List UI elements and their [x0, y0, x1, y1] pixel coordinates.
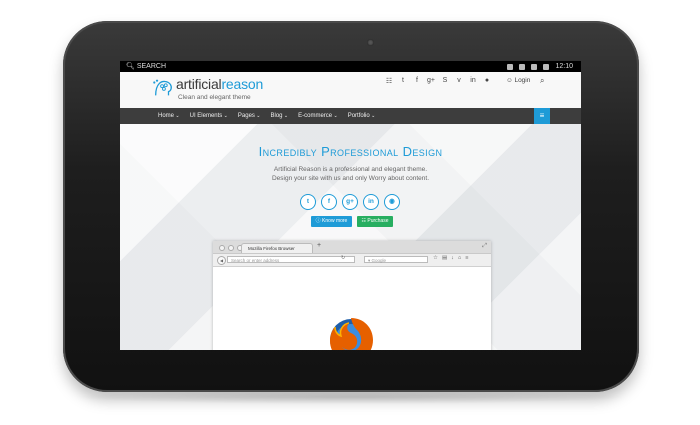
- linkedin-icon[interactable]: in: [469, 77, 477, 85]
- hero-subtitle-line2: Design your site with us and only Worry …: [271, 175, 430, 182]
- hero-subtitle: Artificial Reason is a professional and …: [120, 165, 581, 183]
- hero-social-links: t f g+ in ◉: [300, 194, 400, 210]
- cart-icon: ☷: [361, 218, 366, 224]
- back-icon[interactable]: ◀: [217, 256, 226, 265]
- rss-icon[interactable]: ☷: [385, 77, 393, 85]
- status-search[interactable]: 🔍︎ SEARCH: [126, 61, 166, 72]
- address-bar[interactable]: Search or enter address: [227, 256, 355, 263]
- battery-icon: [543, 63, 550, 70]
- google-plus-icon[interactable]: g+: [427, 77, 435, 85]
- browser-content: [213, 267, 491, 350]
- toolbar-icons: ☆ ▤ ↓ ⌂ ≡: [433, 255, 468, 261]
- android-status-bar: 🔍︎ SEARCH 12:10: [120, 61, 581, 72]
- reload-icon[interactable]: ↻: [341, 255, 345, 261]
- site-header: artificialreason Clean and elegant theme…: [120, 72, 581, 109]
- nav-item-portfolio[interactable]: Portfolio: [348, 108, 376, 124]
- google-icon: ▾: [368, 258, 371, 263]
- twitter-icon[interactable]: t: [399, 77, 407, 85]
- front-camera: [367, 39, 374, 46]
- brand-part2: reason: [221, 76, 264, 92]
- skype-icon[interactable]: S: [441, 77, 449, 85]
- download-icon[interactable]: ↓: [451, 255, 454, 261]
- purchase-button[interactable]: ☷ Purchase: [357, 216, 393, 227]
- brain-head-logo-icon[interactable]: [152, 77, 174, 99]
- hero-subtitle-line1: Artificial Reason is a professional and …: [273, 166, 428, 173]
- tablet-screen: 🔍︎ SEARCH 12:10 artificialreason Clean a…: [120, 61, 581, 350]
- menu-icon[interactable]: ≡: [465, 255, 468, 261]
- download-icon: [519, 63, 526, 70]
- twitter-icon[interactable]: t: [300, 194, 316, 210]
- wifi-icon: [531, 63, 538, 70]
- facebook-icon[interactable]: f: [321, 194, 337, 210]
- bookmark-star-icon[interactable]: ☆: [433, 255, 438, 261]
- bookmarks-icon[interactable]: ▤: [442, 255, 447, 261]
- nav-item-home[interactable]: Home: [158, 108, 180, 124]
- firefox-logo-icon: [330, 318, 373, 350]
- browser-tabbar: Mozilla Firefox Browser + ⤢: [213, 241, 491, 254]
- header-social-links: ☷ t f g+ S v in ●: [385, 77, 491, 85]
- search-box-placeholder: Google: [371, 258, 387, 263]
- new-tab-plus-icon[interactable]: +: [317, 242, 321, 249]
- linkedin-icon[interactable]: in: [363, 194, 379, 210]
- browser-mockup: Mozilla Firefox Browser + ⤢ ◀ Search or …: [213, 241, 491, 350]
- search-icon[interactable]: ⌕: [540, 76, 544, 86]
- login-label: Login: [514, 77, 531, 84]
- login-link[interactable]: ☺ Login: [506, 77, 530, 84]
- mail-icon: [507, 63, 514, 70]
- close-dot[interactable]: [219, 245, 225, 251]
- status-right: 12:10: [507, 61, 573, 72]
- status-search-label: SEARCH: [136, 63, 167, 70]
- info-icon: ⓘ: [315, 218, 321, 224]
- hero-title: Incredibly Professional Design: [258, 144, 443, 159]
- github-icon[interactable]: ◉: [384, 194, 400, 210]
- purchase-label: Purchase: [367, 218, 389, 224]
- facebook-icon[interactable]: f: [413, 77, 421, 85]
- hamburger-menu-icon[interactable]: ≡: [534, 108, 550, 124]
- flickr-icon[interactable]: ●: [483, 77, 491, 85]
- nav-item-ui-elements[interactable]: UI Elements: [190, 108, 228, 124]
- know-more-button[interactable]: ⓘ Know more: [311, 216, 352, 227]
- know-more-label: Know more: [322, 218, 348, 224]
- main-nav: Home UI Elements Pages Blog E-commerce P…: [120, 108, 581, 124]
- google-plus-icon[interactable]: g+: [342, 194, 358, 210]
- site-brand[interactable]: artificialreason: [176, 76, 263, 92]
- window-controls: [219, 245, 243, 251]
- site-tagline: Clean and elegant theme: [178, 94, 251, 101]
- nav-item-blog[interactable]: Blog: [271, 108, 289, 124]
- hero-section: Incredibly Professional Design Artificia…: [120, 124, 581, 350]
- minimize-dot[interactable]: [228, 245, 234, 251]
- search-box[interactable]: ▾ Google: [364, 256, 428, 263]
- resize-icon[interactable]: ⤢: [482, 243, 487, 250]
- vimeo-icon[interactable]: v: [455, 77, 463, 85]
- nav-items: Home UI Elements Pages Blog E-commerce P…: [158, 108, 375, 124]
- nav-item-pages[interactable]: Pages: [238, 108, 261, 124]
- user-icon: ☺: [506, 77, 513, 84]
- home-icon[interactable]: ⌂: [458, 255, 461, 261]
- brand-part1: artificial: [176, 76, 222, 92]
- browser-toolbar: ◀ Search or enter address ↻ ▾ Google ☆ ▤…: [213, 254, 491, 267]
- tablet-shadow: [70, 390, 630, 404]
- browser-tab[interactable]: Mozilla Firefox Browser: [241, 243, 313, 253]
- nav-item-e-commerce[interactable]: E-commerce: [298, 108, 338, 124]
- status-time: 12:10: [555, 63, 573, 70]
